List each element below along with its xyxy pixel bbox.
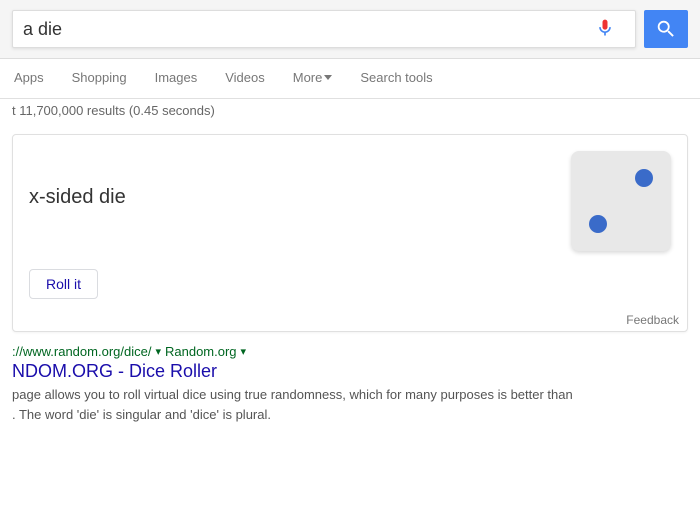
search-input[interactable]: a die [23,19,585,40]
results-count: t 11,700,000 results (0.45 seconds) [12,99,688,126]
tab-apps[interactable]: Apps [0,59,58,99]
dice-dot-2 [589,215,607,233]
search-input-wrapper: a die [12,10,636,48]
result-snippet: page allows you to roll virtual dice usi… [12,385,688,424]
more-dropdown-arrow [324,75,332,80]
search-bar-container: a die [0,0,700,59]
tab-more[interactable]: More [279,59,347,99]
result-title[interactable]: NDOM.ORG - Dice Roller [12,361,688,382]
card-footer: Roll it [13,261,687,311]
roll-it-button[interactable]: Roll it [29,269,98,299]
nav-tabs: Apps Shopping Images Videos More Search … [0,59,700,99]
tab-videos[interactable]: Videos [211,59,279,99]
tab-images[interactable]: Images [141,59,212,99]
card-text: x-sided die [29,186,551,217]
die-label: x-sided die [29,186,551,209]
tab-shopping[interactable]: Shopping [58,59,141,99]
dropdown-arrow-url[interactable]: ▾ [155,345,161,358]
result-domain: Random.org [165,344,237,359]
featured-card: x-sided die Roll it Feedback [12,134,688,332]
search-result-0: ://www.random.org/dice/ ▾ Random.org ▾ N… [12,344,688,424]
tab-search-tools[interactable]: Search tools [346,59,446,99]
main-content: t 11,700,000 results (0.45 seconds) x-si… [0,99,700,424]
microphone-icon[interactable] [595,18,615,41]
feedback-label: Feedback [626,313,679,327]
result-url-line: ://www.random.org/dice/ ▾ Random.org ▾ [12,344,688,359]
feedback-row: Feedback [13,311,687,331]
search-button[interactable] [644,10,688,48]
dice-visual [571,151,671,251]
result-url: ://www.random.org/dice/ [12,344,151,359]
dice-dot-1 [635,169,653,187]
dropdown-arrow-domain[interactable]: ▾ [241,345,247,358]
card-content: x-sided die [13,135,687,261]
